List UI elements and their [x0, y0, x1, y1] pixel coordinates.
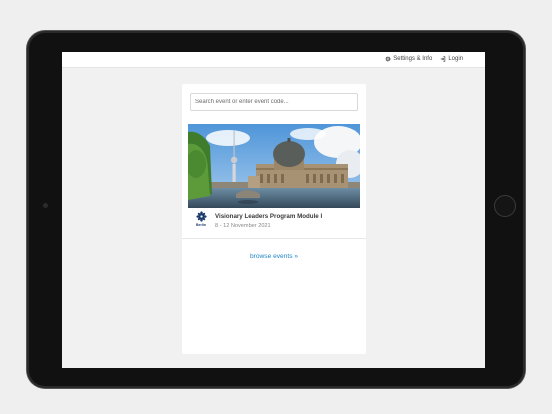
event-date: 8 - 12 November 2021 — [215, 223, 271, 229]
logo-text: Berlin — [196, 223, 206, 227]
event-photo[interactable] — [188, 124, 360, 208]
event-list-item[interactable]: Berlin Visionary Leaders Program Module … — [188, 211, 360, 235]
app-screen: Settings & Info Login Search event or en… — [62, 52, 485, 368]
tablet-frame: Settings & Info Login Search event or en… — [27, 31, 525, 388]
berlin-flower-logo — [195, 211, 207, 222]
browse-events-link[interactable]: browse events » — [182, 253, 366, 260]
settings-info-label: Settings & Info — [393, 56, 433, 62]
top-navbar: Settings & Info Login — [62, 52, 485, 68]
login-label: Login — [448, 56, 463, 62]
event-title: Visionary Leaders Program Module I — [215, 213, 323, 220]
nav-links: Settings & Info Login — [385, 56, 463, 62]
home-button[interactable] — [494, 195, 516, 217]
sign-in-icon — [441, 56, 446, 62]
camera-dot — [43, 203, 48, 208]
event-card: Berlin Visionary Leaders Program Module … — [182, 84, 366, 354]
settings-info-link[interactable]: Settings & Info — [385, 56, 432, 62]
search-input[interactable] — [190, 93, 358, 111]
gear-icon — [385, 56, 391, 62]
login-link[interactable]: Login — [440, 56, 463, 62]
divider — [182, 238, 366, 239]
event-text: Visionary Leaders Program Module I 8 - 1… — [215, 211, 322, 229]
event-logo: Berlin — [192, 211, 210, 233]
